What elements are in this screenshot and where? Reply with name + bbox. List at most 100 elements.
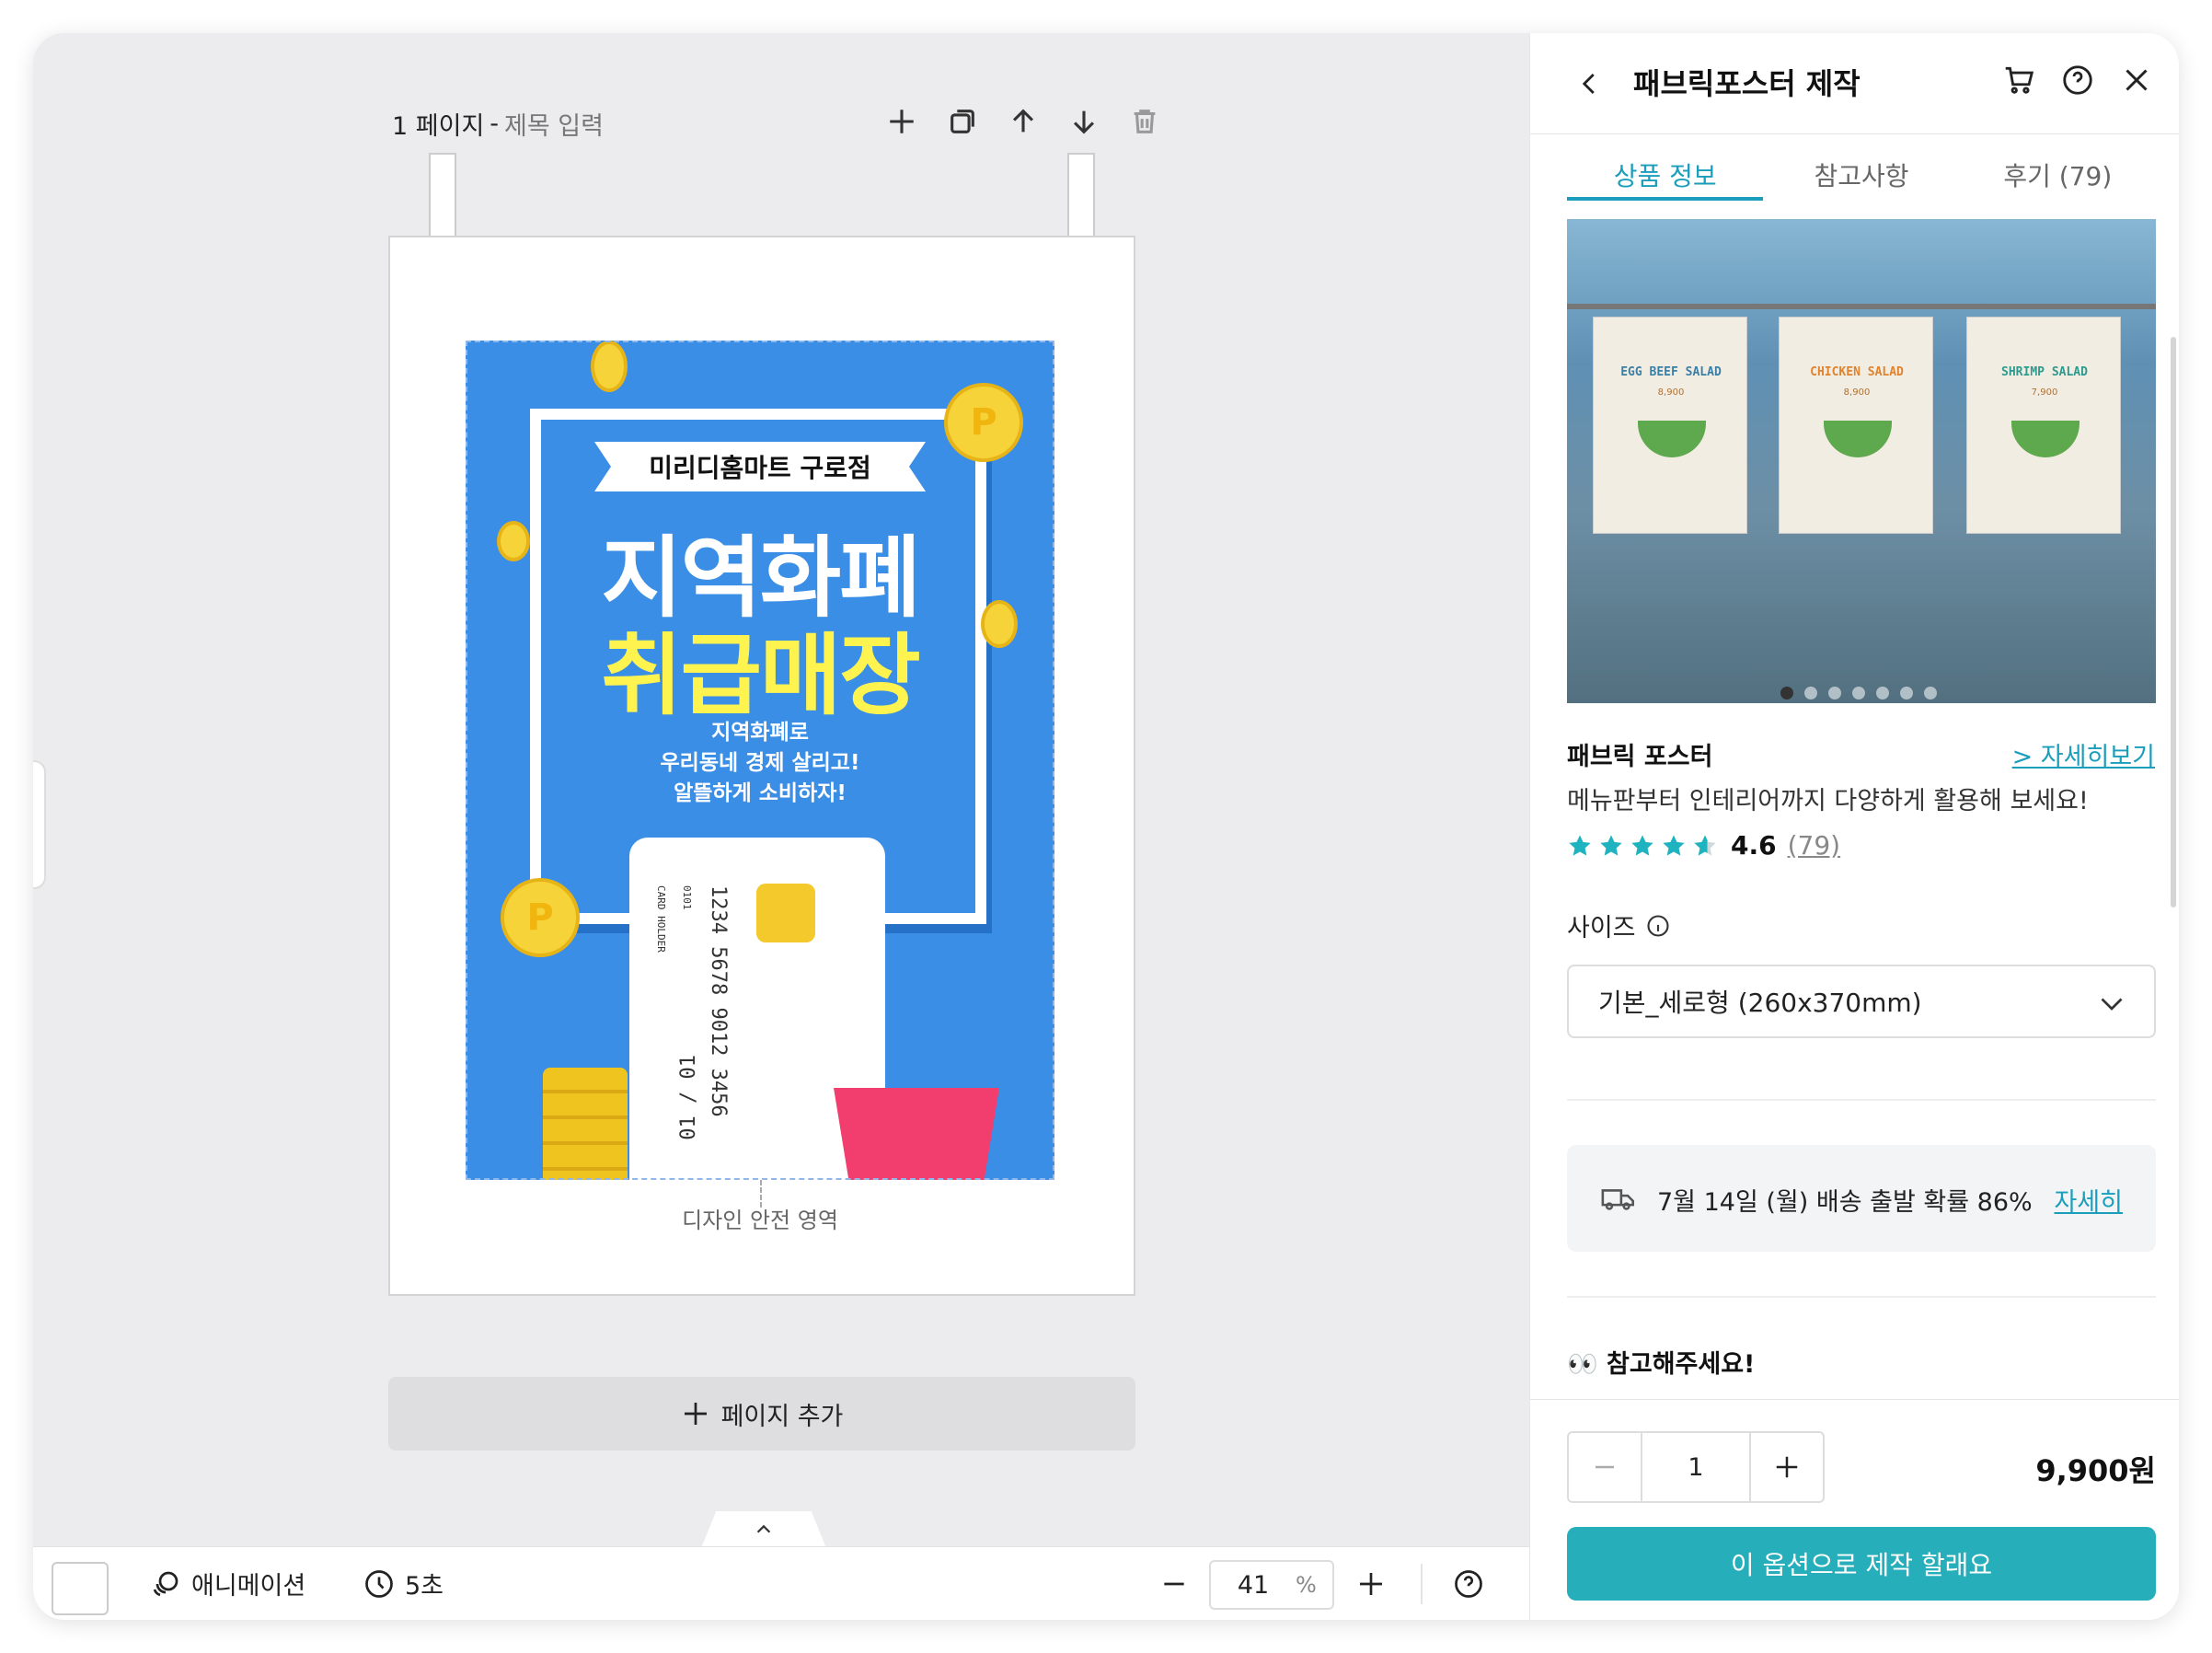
coin-graphic: [591, 341, 628, 392]
add-page-bar-button[interactable]: 페이지 추가: [388, 1377, 1135, 1451]
fabric-poster-sample: EGG BEEF SALAD 8,900: [1593, 317, 1747, 534]
left-panel-toggle[interactable]: [33, 760, 46, 889]
cart-button[interactable]: [1998, 59, 2040, 101]
product-image-carousel[interactable]: EGG BEEF SALAD 8,900 CHICKEN SALAD 8,900…: [1567, 219, 2156, 703]
quantity-decrease-button[interactable]: [1569, 1433, 1641, 1501]
coin-stack-graphic: [543, 1068, 628, 1180]
quantity-increase-button[interactable]: [1751, 1433, 1823, 1501]
hanging-rod: [1567, 304, 2156, 309]
safe-area-label: 디자인 안전 영역: [682, 1208, 838, 1233]
editor-help-button[interactable]: [1448, 1564, 1489, 1604]
card-expiry: 01 / 01: [677, 1055, 700, 1140]
panel-help-button[interactable]: [2056, 59, 2099, 101]
copy-icon: [950, 110, 974, 133]
subcopy-line: 우리동네 경제 살리고!: [660, 751, 860, 775]
toolbar-divider: [1421, 1564, 1423, 1604]
poster-design[interactable]: 미리디홈마트 구로점 지역화폐 취급매장 지역화폐로 우리동네 경제 살리고! …: [466, 341, 1054, 1180]
poster-banner: 미리디홈마트 구로점: [594, 442, 926, 491]
fabric-price: 8,900: [1843, 387, 1871, 398]
page-header: 1 페이지 - 제목 입력: [392, 98, 1165, 149]
trash-icon: [1134, 110, 1156, 133]
carousel-dot[interactable]: [1828, 687, 1841, 699]
minus-icon: [1164, 1582, 1184, 1586]
plus-icon: [890, 110, 914, 133]
size-dropdown[interactable]: 기본_세로형 (260x370mm): [1567, 965, 2156, 1038]
canvas-area: 1 페이지 - 제목 입력 미리디홈마트 구로점 지역화폐 취급매장 지역화폐로…: [33, 33, 1529, 1620]
tab-notes[interactable]: 참고사항: [1763, 144, 1959, 201]
star-icon: [1631, 834, 1653, 856]
back-button[interactable]: [1576, 61, 1613, 107]
page-duration-button[interactable]: 5초: [363, 1566, 444, 1601]
size-dropdown-value: 기본_세로형 (260x370mm): [1598, 988, 1922, 1018]
panel-tabs: 상품 정보 참고사항 후기 (79): [1567, 144, 2156, 201]
coin-letter: P: [526, 896, 554, 939]
quantity-stepper: 1: [1567, 1431, 1825, 1503]
hanger-left: [429, 153, 456, 237]
panel-scrollbar[interactable]: [2171, 337, 2176, 907]
subcopy-line: 알뜰하게 소비하자!: [674, 781, 847, 805]
carousel-dot[interactable]: [1900, 687, 1913, 699]
animation-button[interactable]: 애니메이션: [149, 1566, 305, 1601]
coin-graphic: P: [501, 878, 580, 957]
zoom-input[interactable]: 41 %: [1209, 1560, 1334, 1610]
quantity-input[interactable]: 1: [1641, 1433, 1751, 1501]
truck-icon: [1601, 1189, 1634, 1210]
salad-bowl-graphic: [1638, 421, 1706, 457]
product-detail-link[interactable]: > 자세히보기: [2012, 736, 2155, 772]
duplicate-page-button[interactable]: [942, 101, 983, 142]
fabric-label: EGG BEEF SALAD: [1620, 365, 1722, 379]
info-icon[interactable]: [1645, 913, 1671, 939]
section-divider: [1567, 1296, 2156, 1298]
create-with-option-button[interactable]: 이 옵션으로 제작 할래요: [1567, 1527, 2156, 1601]
delivery-detail-link[interactable]: 자세히: [2054, 1182, 2123, 1218]
product-rating: 4.6 (79): [1567, 830, 1840, 861]
card-number: 1234 5678 9012 3456: [707, 885, 730, 1117]
zoom-out-button[interactable]: [1154, 1564, 1194, 1604]
carousel-dot[interactable]: [1876, 687, 1889, 699]
delivery-estimate: 7월 14일 (월) 배송 출발 확률 86%: [1657, 1188, 2033, 1217]
carousel-dots: [1780, 687, 1937, 699]
zoom-value: 41: [1237, 1570, 1270, 1600]
review-count-link[interactable]: (79): [1788, 830, 1840, 861]
fabric-poster-sample: CHICKEN SALAD 8,900: [1779, 317, 1933, 534]
page-toolbar: [881, 101, 1165, 142]
move-page-down-button[interactable]: [1064, 101, 1104, 142]
carousel-dot[interactable]: [1852, 687, 1865, 699]
duration-label: 5초: [405, 1572, 444, 1601]
add-page-button[interactable]: [881, 101, 922, 142]
bottom-toolbar: 애니메이션 5초 41 %: [33, 1546, 1529, 1620]
panel-close-button[interactable]: [2115, 59, 2158, 101]
poster-subcopy: 지역화폐로 우리동네 경제 살리고! 알뜰하게 소비하자!: [466, 718, 1054, 809]
help-icon: [1455, 1570, 1482, 1598]
product-panel: 패브릭포스터 제작 상품 정보 참고사항 후기 (79) EGG BEEF SA…: [1529, 33, 2179, 1620]
star-half-icon: [1694, 834, 1716, 856]
note-heading: 👀 참고해주세요!: [1567, 1350, 1756, 1379]
back-chevron-icon: [1582, 74, 1595, 94]
order-bar: 1 9,900원 이 옵션으로 제작 할래요: [1530, 1399, 2179, 1620]
background-color-swatch[interactable]: [52, 1562, 109, 1615]
salad-bowl-graphic: [1824, 421, 1892, 457]
subcopy-line: 지역화폐로: [711, 721, 809, 745]
help-icon: [2063, 65, 2092, 95]
card-chip: [756, 884, 815, 942]
page-number: 1 페이지: [392, 111, 485, 141]
page-title-input[interactable]: 제목 입력: [504, 106, 604, 142]
bottom-panel-toggle[interactable]: [701, 1511, 826, 1548]
close-icon: [2126, 69, 2148, 91]
carousel-dot[interactable]: [1780, 687, 1793, 699]
plus-icon: [684, 1403, 707, 1425]
tab-reviews[interactable]: 후기 (79): [1960, 144, 2156, 201]
zoom-in-button[interactable]: [1351, 1564, 1391, 1604]
fabric-label: CHICKEN SALAD: [1810, 365, 1904, 379]
animation-label: 애니메이션: [191, 1572, 306, 1601]
star-icon: [1600, 834, 1622, 856]
carousel-dot[interactable]: [1804, 687, 1817, 699]
move-page-up-button[interactable]: [1003, 101, 1043, 142]
delete-page-button[interactable]: [1124, 101, 1165, 142]
fabric-price: 8,900: [1657, 387, 1685, 398]
arrow-up-icon: [1012, 109, 1034, 133]
carousel-dot[interactable]: [1924, 687, 1937, 699]
minus-icon: [1596, 1465, 1614, 1469]
poster-headline-2: 취급매장: [601, 624, 920, 727]
tab-product-info[interactable]: 상품 정보: [1567, 144, 1764, 201]
